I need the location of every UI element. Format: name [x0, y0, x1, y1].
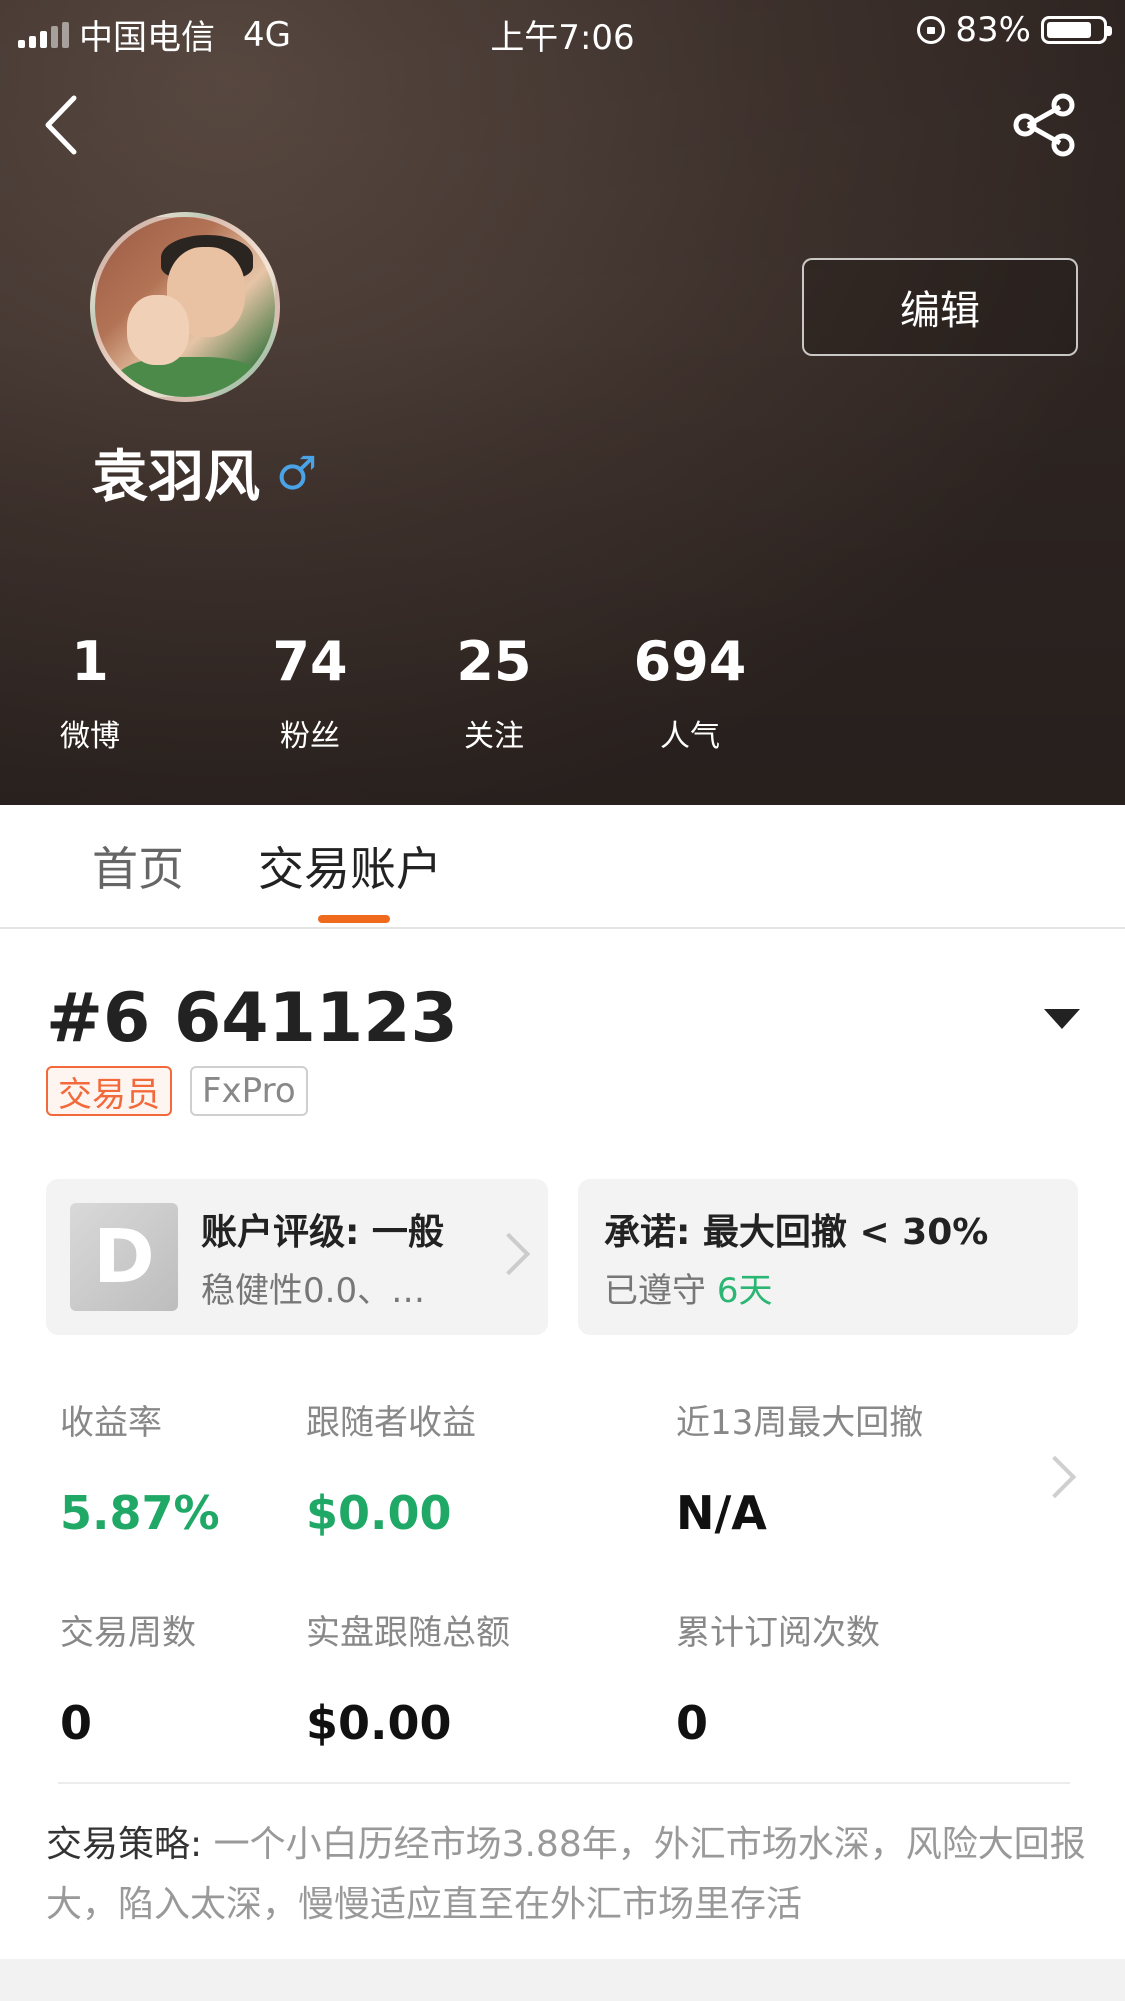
divider	[58, 1782, 1070, 1784]
stat-label: 微博	[60, 719, 120, 754]
edit-profile-button[interactable]: 编辑	[802, 258, 1078, 356]
stat-value: 25	[456, 630, 532, 693]
stat-value: 694	[633, 630, 747, 693]
broker-badge: FxPro	[190, 1066, 308, 1116]
account-panel: #6 641123 交易员 FxPro D 账户评级: 一般 稳健性0.0、… …	[0, 929, 1125, 1959]
back-button[interactable]	[40, 90, 90, 160]
trader-badge: 交易员	[46, 1066, 172, 1116]
metric-value: 0	[676, 1696, 709, 1750]
status-bar: 中国电信 4G 上午7:06 83%	[0, 0, 1125, 64]
metric-value: N/A	[676, 1486, 767, 1540]
share-button[interactable]	[1010, 90, 1080, 160]
rating-title: 账户评级: 一般	[201, 1212, 444, 1253]
male-icon: ♂	[276, 445, 318, 500]
profile-name: 袁羽风 ♂	[92, 432, 317, 513]
metric-value: 5.87%	[60, 1486, 220, 1540]
battery-icon	[1041, 16, 1112, 44]
promise-days: 6天	[716, 1271, 773, 1311]
metric-label: 跟随者收益	[306, 1403, 476, 1443]
orientation-lock-icon	[917, 16, 946, 44]
caret-down-icon[interactable]	[1044, 1009, 1080, 1029]
rating-subtitle: 稳健性0.0、…	[201, 1271, 426, 1311]
profile-stats: 1 微博 74 粉丝 25 关注 694 人气	[60, 630, 860, 770]
stat-label: 粉丝	[280, 719, 340, 754]
tab-home[interactable]: 首页	[92, 833, 184, 899]
avatar[interactable]	[90, 212, 280, 402]
metric-follower-profit: 跟随者收益 $0.00	[306, 1395, 476, 1540]
promise-title: 承诺: 最大回撤 < 30%	[604, 1212, 989, 1253]
chevron-right-icon	[487, 1232, 531, 1276]
promise-status-prefix: 已遵守	[604, 1271, 706, 1311]
stat-value: 1	[71, 630, 109, 693]
username-text: 袁羽风	[92, 445, 260, 510]
chevron-left-icon	[45, 95, 77, 155]
metric-subscriptions: 累计订阅次数 0	[676, 1605, 880, 1750]
metric-label: 实盘跟随总额	[306, 1613, 510, 1653]
chevron-right-icon[interactable]	[1033, 1455, 1077, 1499]
metric-label: 累计订阅次数	[676, 1613, 880, 1653]
metric-label: 收益率	[60, 1403, 162, 1443]
active-tab-indicator	[318, 915, 390, 923]
stat-value: 74	[272, 630, 348, 693]
clock: 上午7:06	[490, 18, 635, 58]
stat-label: 关注	[464, 719, 524, 754]
metric-label: 交易周数	[60, 1613, 196, 1653]
stat-weibo[interactable]: 1 微博	[60, 630, 120, 755]
metric-value: $0.00	[306, 1486, 452, 1540]
grade-badge: D	[70, 1203, 178, 1311]
metric-value: $0.00	[306, 1696, 452, 1750]
stat-label: 人气	[660, 719, 720, 754]
metric-trade-weeks: 交易周数 0	[60, 1605, 196, 1750]
battery-percent: 83%	[955, 10, 1031, 50]
metric-real-follow-total: 实盘跟随总额 $0.00	[306, 1605, 510, 1750]
share-icon	[1013, 93, 1075, 157]
account-id: #6 641123	[46, 979, 458, 1058]
metric-value: 0	[60, 1696, 93, 1750]
trading-strategy: 交易策略: 一个小白历经市场3.88年，外汇市场水深，风险大回报大，陷入太深，慢…	[46, 1815, 1086, 1935]
metric-return-rate: 收益率 5.87%	[60, 1395, 220, 1540]
promise-card: 承诺: 最大回撤 < 30% 已遵守 6天	[578, 1179, 1078, 1335]
metric-label: 近13周最大回撤	[676, 1403, 924, 1443]
tab-trading-account[interactable]: 交易账户	[258, 833, 442, 899]
tab-bar: 首页 交易账户	[0, 805, 1125, 929]
metric-max-drawdown: 近13周最大回撤 N/A	[676, 1395, 923, 1540]
strategy-label: 交易策略:	[46, 1824, 214, 1865]
stat-fans[interactable]: 74 粉丝	[260, 630, 360, 755]
rating-card[interactable]: D 账户评级: 一般 稳健性0.0、…	[46, 1179, 548, 1335]
promise-status: 已遵守 6天	[604, 1263, 772, 1312]
stat-following[interactable]: 25 关注	[444, 630, 544, 755]
stat-popularity[interactable]: 694 人气	[630, 630, 750, 755]
